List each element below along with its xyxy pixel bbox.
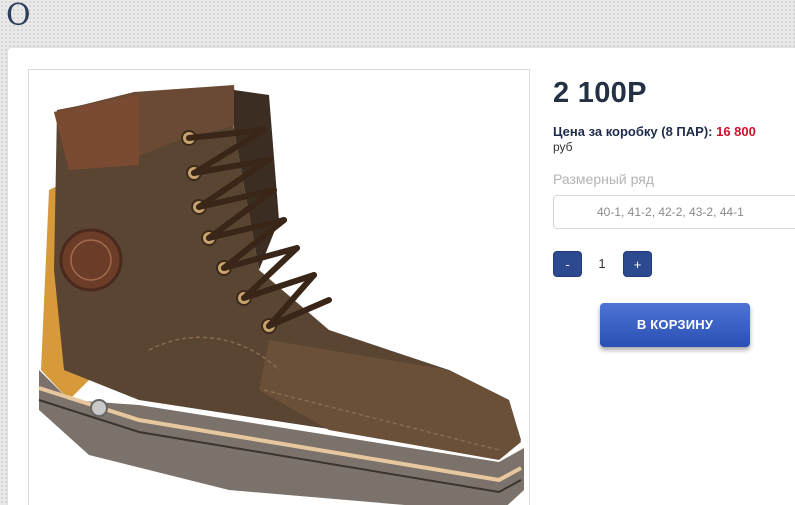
size-range-label: Размерный ряд: [553, 171, 655, 187]
currency-label: руб: [553, 140, 573, 154]
box-price-label: Цена за коробку (8 ПАР):: [553, 124, 713, 139]
box-price: Цена за коробку (8 ПАР): 16 800: [553, 124, 756, 139]
box-price-value: 16 800: [716, 124, 756, 139]
quantity-input[interactable]: 1: [585, 251, 619, 277]
add-to-cart-button[interactable]: В КОРЗИНУ: [600, 303, 750, 347]
product-image[interactable]: [28, 69, 530, 505]
header-logo-letter: O: [6, 0, 31, 33]
size-range-select[interactable]: 40-1, 41-2, 42-2, 43-2, 44-1: [553, 195, 795, 229]
product-price: 2 100Р: [553, 77, 647, 109]
boot-illustration: [38, 85, 524, 505]
quantity-increase-button[interactable]: +: [623, 251, 652, 277]
quantity-decrease-button[interactable]: -: [553, 251, 582, 277]
